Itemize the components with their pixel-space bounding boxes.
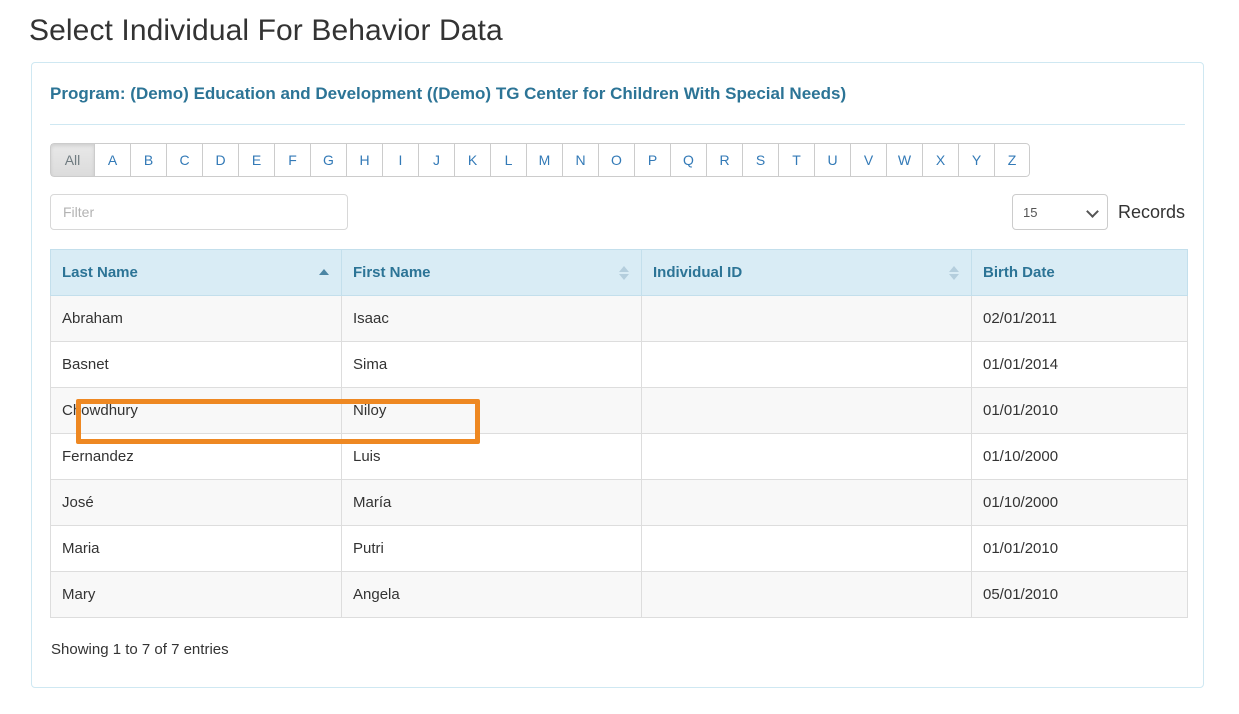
table-row[interactable]: Abraham Isaac 02/01/2011 xyxy=(50,295,1188,342)
alpha-filter-v[interactable]: V xyxy=(850,143,886,177)
table-row[interactable]: Fernandez Luis 01/10/2000 xyxy=(50,433,1188,480)
alpha-filter-x[interactable]: X xyxy=(922,143,958,177)
records-select-shell: 152550100 xyxy=(1011,194,1108,230)
program-title: Program: (Demo) Education and Developmen… xyxy=(50,84,847,103)
column-header-last-name[interactable]: Last Name xyxy=(50,249,342,296)
alpha-filter-p[interactable]: P xyxy=(634,143,670,177)
column-header-label: Birth Date xyxy=(983,264,1055,281)
individual-selection-panel: Program: (Demo) Education and Developmen… xyxy=(31,62,1204,688)
cell-birth-date: 01/10/2000 xyxy=(971,479,1188,526)
alpha-filter-q[interactable]: Q xyxy=(670,143,706,177)
table-info-footer: Showing 1 to 7 of 7 entries xyxy=(51,641,229,658)
column-header-individual-id[interactable]: Individual ID xyxy=(641,249,972,296)
cell-individual-id xyxy=(641,341,972,388)
cell-birth-date: 01/01/2014 xyxy=(971,341,1188,388)
cell-first-name: Luis xyxy=(341,433,642,480)
table-row[interactable]: Maria Putri 01/01/2010 xyxy=(50,525,1188,572)
cell-first-name: Niloy xyxy=(341,387,642,434)
cell-individual-id xyxy=(641,433,972,480)
cell-birth-date: 01/10/2000 xyxy=(971,433,1188,480)
panel-heading: Program: (Demo) Education and Developmen… xyxy=(32,63,1203,114)
alpha-filter-w[interactable]: W xyxy=(886,143,922,177)
table-row[interactable]: Basnet Sima 01/01/2014 xyxy=(50,341,1188,388)
records-label: Records xyxy=(1117,201,1185,222)
alpha-filter-i[interactable]: I xyxy=(382,143,418,177)
cell-last-name: Basnet xyxy=(50,341,342,388)
alpha-filter-j[interactable]: J xyxy=(418,143,454,177)
cell-birth-date: 05/01/2010 xyxy=(971,571,1188,618)
table-row[interactable]: José María 01/10/2000 xyxy=(50,479,1188,526)
filter-input[interactable] xyxy=(50,194,348,230)
alpha-filter-h[interactable]: H xyxy=(346,143,382,177)
alpha-filter-t[interactable]: T xyxy=(778,143,814,177)
table-row[interactable]: Mary Angela 05/01/2010 xyxy=(50,571,1188,618)
column-header-label: Last Name xyxy=(62,264,138,281)
table-head: Last Name First Name Individual ID Birth Da… xyxy=(50,249,1188,296)
alpha-filter-d[interactable]: D xyxy=(202,143,238,177)
cell-birth-date: 02/01/2011 xyxy=(971,295,1188,342)
alpha-filter-u[interactable]: U xyxy=(814,143,850,177)
alpha-filter-c[interactable]: C xyxy=(166,143,202,177)
alpha-filter-s[interactable]: S xyxy=(742,143,778,177)
individuals-table: Last Name First Name Individual ID Birth Da… xyxy=(50,249,1188,618)
table-header-row: Last Name First Name Individual ID Birth Da… xyxy=(50,249,1188,296)
cell-last-name: Maria xyxy=(50,525,342,572)
alpha-filter-k[interactable]: K xyxy=(454,143,490,177)
cell-individual-id xyxy=(641,387,972,434)
cell-first-name: María xyxy=(341,479,642,526)
column-header-birth-date: Birth Date xyxy=(971,249,1188,296)
column-header-label: First Name xyxy=(353,264,431,281)
cell-last-name: Fernandez xyxy=(50,433,342,480)
alpha-filter-e[interactable]: E xyxy=(238,143,274,177)
alpha-filter-all[interactable]: All xyxy=(50,143,94,177)
alpha-filter-n[interactable]: N xyxy=(562,143,598,177)
cell-last-name: José xyxy=(50,479,342,526)
cell-first-name: Sima xyxy=(341,341,642,388)
table-controls-row: 152550100 Records xyxy=(50,194,1185,232)
table-body: Abraham Isaac 02/01/2011 Basnet Sima 01/01/20… xyxy=(50,295,1188,618)
cell-individual-id xyxy=(641,525,972,572)
page-title: Select Individual For Behavior Data xyxy=(29,14,503,47)
cell-last-name: Chowdhury xyxy=(50,387,342,434)
table-row[interactable]: Chowdhury Niloy 01/01/2010 xyxy=(50,387,1188,434)
cell-individual-id xyxy=(641,479,972,526)
column-header-first-name[interactable]: First Name xyxy=(341,249,642,296)
alpha-filter-a[interactable]: A xyxy=(94,143,130,177)
alpha-filter-g[interactable]: G xyxy=(310,143,346,177)
cell-birth-date: 01/01/2010 xyxy=(971,387,1188,434)
cell-birth-date: 01/01/2010 xyxy=(971,525,1188,572)
alphabet-filter-group[interactable]: All A B C D E F G H I J K L M N O P Q R S T U V W X Y Z xyxy=(50,143,1030,177)
cell-first-name: Angela xyxy=(341,571,642,618)
cell-last-name: Mary xyxy=(50,571,342,618)
alpha-filter-m[interactable]: M xyxy=(526,143,562,177)
sort-toggle-icon xyxy=(949,265,959,281)
panel-body: AllABCDEFGHIJKLMNOPQRSTUVWXYZ 152550100 … xyxy=(32,125,1203,658)
cell-first-name: Putri xyxy=(341,525,642,572)
sort-toggle-icon xyxy=(619,265,629,281)
alpha-filter-r[interactable]: R xyxy=(706,143,742,177)
column-header-label: Individual ID xyxy=(653,264,743,281)
records-select[interactable]: 152550100 xyxy=(1011,194,1108,230)
sort-ascending-icon xyxy=(319,265,329,281)
records-per-page-control: 152550100 Records xyxy=(1011,194,1185,230)
cell-last-name: Abraham xyxy=(50,295,342,342)
alpha-filter-z[interactable]: Z xyxy=(994,143,1030,177)
alpha-filter-b[interactable]: B xyxy=(130,143,166,177)
alpha-filter-f[interactable]: F xyxy=(274,143,310,177)
alpha-filter-y[interactable]: Y xyxy=(958,143,994,177)
cell-individual-id xyxy=(641,295,972,342)
cell-first-name: Isaac xyxy=(341,295,642,342)
alpha-filter-o[interactable]: O xyxy=(598,143,634,177)
alpha-filter-l[interactable]: L xyxy=(490,143,526,177)
cell-individual-id xyxy=(641,571,972,618)
